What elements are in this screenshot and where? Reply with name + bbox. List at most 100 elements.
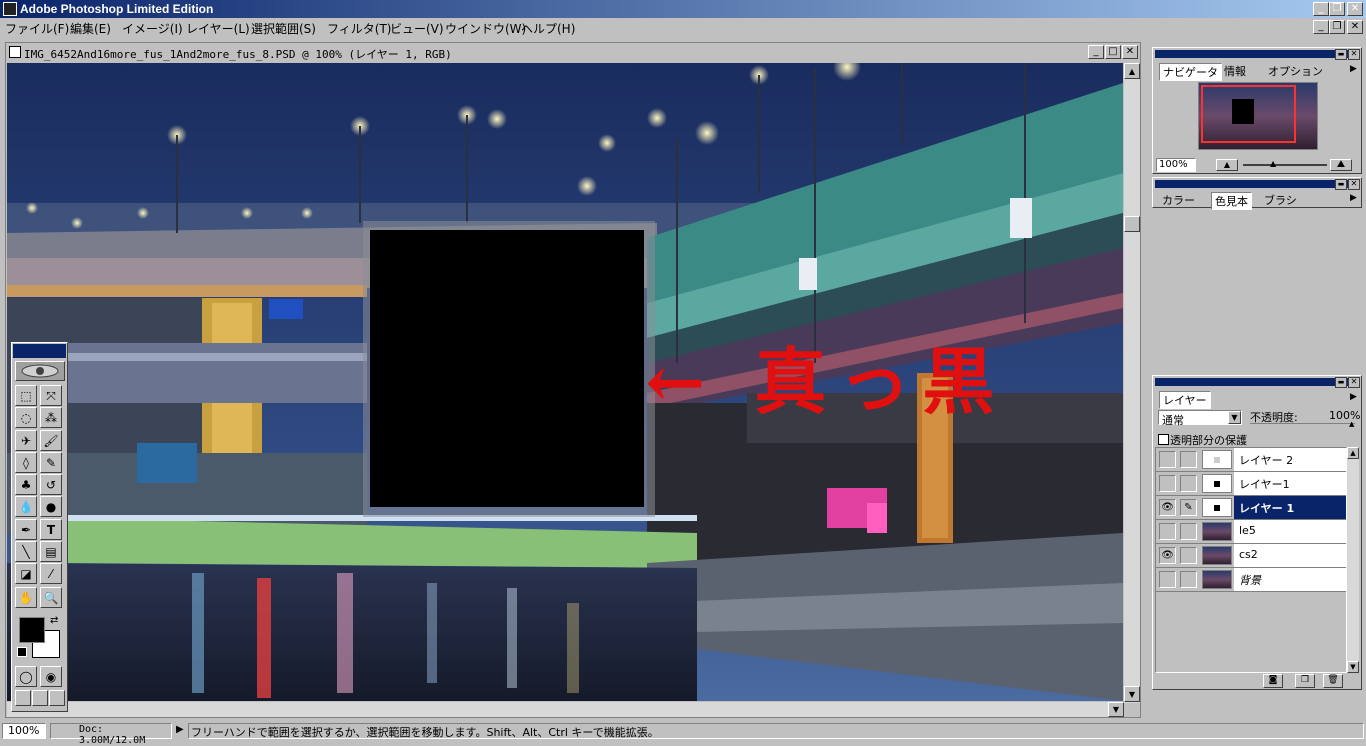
palette-minimize-icon[interactable]: ▬	[1335, 49, 1347, 60]
document-maximize-button[interactable]: □	[1105, 45, 1121, 59]
minimize-button[interactable]: _	[1313, 2, 1329, 16]
layer-row[interactable]: レイヤー 2	[1156, 448, 1346, 472]
palette-menu-arrow[interactable]: ▶	[1350, 64, 1357, 74]
foreground-color-swatch-top[interactable]	[19, 617, 45, 643]
palette-menu-arrow[interactable]: ▶	[1350, 193, 1357, 203]
layer-link-brush-icon[interactable]	[1180, 571, 1197, 588]
layer-visibility-eye-icon[interactable]: 👁	[1159, 547, 1176, 564]
lasso-tool[interactable]: ◌	[15, 407, 37, 428]
palette-menu-arrow[interactable]: ▶	[1350, 392, 1357, 402]
close-button[interactable]: ✕	[1347, 2, 1363, 16]
scroll-thumb[interactable]	[1124, 216, 1140, 232]
adobe-eye-logo[interactable]	[15, 361, 65, 381]
screen-mode-standard[interactable]	[15, 690, 31, 706]
quick-mask-button[interactable]: ◉	[40, 666, 62, 687]
gradient-tool[interactable]: ▤	[40, 541, 62, 562]
airbrush-tool[interactable]: ✈	[15, 430, 37, 451]
menu-edit[interactable]: 編集(E)	[70, 20, 111, 37]
layers-scroll-down[interactable]: ▼	[1347, 661, 1359, 673]
tab-swatches[interactable]: 色見本	[1211, 192, 1252, 210]
layer-visibility-eye-icon[interactable]	[1159, 451, 1176, 468]
menu-layer[interactable]: レイヤー(L)	[186, 20, 250, 37]
status-zoom[interactable]: 100%	[2, 723, 46, 739]
standard-mode-button[interactable]: ◯	[15, 666, 37, 687]
zoom-in-button[interactable]: ⛰	[1330, 159, 1352, 171]
screen-mode-full[interactable]	[49, 690, 65, 706]
layer-visibility-eye-icon[interactable]	[1159, 523, 1176, 540]
scroll-down-arrow-bottom[interactable]: ▼	[1108, 702, 1124, 717]
layer-row[interactable]: 👁 cs2	[1156, 544, 1346, 568]
palette-close-icon[interactable]: ✕	[1348, 49, 1360, 60]
blur-tool[interactable]: 💧	[15, 496, 37, 517]
image-canvas[interactable]: ← 真っ黒	[7, 63, 1123, 701]
document-minimize-button[interactable]: _	[1088, 45, 1104, 59]
scroll-down-arrow[interactable]: ▼	[1124, 686, 1140, 702]
zoom-slider-thumb[interactable]: ▲	[1270, 159, 1276, 168]
zoom-tool[interactable]: 🔍	[40, 587, 62, 608]
zoom-field[interactable]: 100%	[1156, 158, 1196, 172]
line-tool[interactable]: ╲	[15, 541, 37, 562]
status-menu-arrow[interactable]: ▶	[176, 724, 184, 735]
vertical-scrollbar[interactable]: ▲ ▼	[1124, 63, 1140, 703]
tab-brushes[interactable]: ブラシ	[1261, 192, 1300, 208]
menu-file[interactable]: ファイル(F)	[5, 20, 69, 37]
blend-mode-select[interactable]: 通常 ▼	[1158, 410, 1242, 427]
pencil-tool[interactable]: ✎	[40, 452, 62, 473]
layer-link-brush-icon[interactable]	[1180, 475, 1197, 492]
menu-help[interactable]: ヘルプ(H)	[521, 20, 575, 37]
add-mask-button[interactable]: ◙	[1263, 674, 1283, 688]
layer-row[interactable]: 👁 ✎ レイヤー 1	[1156, 496, 1346, 520]
magic-wand-tool[interactable]: ⁂	[40, 407, 62, 428]
tab-info[interactable]: 情報	[1221, 63, 1249, 79]
new-layer-button[interactable]: ❐	[1295, 674, 1315, 688]
scroll-up-arrow[interactable]: ▲	[1124, 63, 1140, 79]
eraser-tool[interactable]: ◊	[15, 452, 37, 473]
preserve-transparency-checkbox[interactable]	[1158, 434, 1169, 445]
chevron-down-icon[interactable]: ▼	[1228, 411, 1241, 424]
tab-options[interactable]: オプション	[1265, 63, 1326, 79]
layer-link-brush-icon[interactable]: ✎	[1180, 499, 1197, 516]
layer-row[interactable]: レイヤー1	[1156, 472, 1346, 496]
navigator-preview[interactable]	[1198, 82, 1318, 150]
zoom-slider[interactable]	[1243, 164, 1327, 166]
doc-restore-button[interactable]: ❐	[1329, 20, 1345, 34]
palette-minimize-icon[interactable]: ▬	[1335, 179, 1347, 190]
palette-minimize-icon[interactable]: ▬	[1335, 377, 1347, 388]
screen-mode-full-menu[interactable]	[32, 690, 48, 706]
horizontal-scrollbar[interactable]: ▼	[7, 702, 1124, 717]
doc-close-button[interactable]: ✕	[1347, 20, 1363, 34]
opacity-slider-track[interactable]	[1250, 423, 1355, 424]
zoom-out-button[interactable]: ▲	[1216, 159, 1238, 171]
tab-layers[interactable]: レイヤー	[1159, 391, 1211, 409]
opacity-slider-thumb[interactable]: ▲	[1349, 420, 1354, 428]
swap-colors-icon[interactable]: ⇄	[50, 615, 58, 626]
restore-button[interactable]: ❐	[1329, 2, 1345, 16]
layer-link-brush-icon[interactable]	[1180, 451, 1197, 468]
doc-minimize-button[interactable]: _	[1313, 20, 1329, 34]
hand-tool[interactable]: ✋	[15, 587, 37, 608]
layers-scroll-up[interactable]: ▲	[1347, 447, 1359, 459]
eyedropper-tool[interactable]: ⁄	[40, 563, 62, 584]
tab-navigator[interactable]: ナビゲータ	[1159, 63, 1222, 81]
toolbox-title-bar[interactable]	[13, 344, 66, 358]
palette-close-icon[interactable]: ✕	[1348, 377, 1360, 388]
paintbrush-tool[interactable]: 🖌	[40, 430, 62, 451]
marquee-tool[interactable]: ⬚	[15, 385, 37, 406]
layer-visibility-eye-icon[interactable]	[1159, 571, 1176, 588]
paint-bucket-tool[interactable]: ◪	[15, 563, 37, 584]
type-tool[interactable]: T	[40, 519, 62, 540]
palette-close-icon[interactable]: ✕	[1348, 179, 1360, 190]
layers-scrollbar[interactable]: ▲ ▼	[1347, 447, 1359, 673]
move-tool[interactable]: ⤧	[40, 385, 62, 406]
layer-row[interactable]: le5	[1156, 520, 1346, 544]
dodge-tool[interactable]: ●	[40, 496, 62, 517]
menu-filter[interactable]: フィルタ(T)	[327, 20, 391, 37]
navigator-title-bar[interactable]	[1155, 50, 1359, 58]
layer-link-brush-icon[interactable]	[1180, 547, 1197, 564]
default-colors-icon[interactable]	[17, 647, 27, 657]
history-brush-tool[interactable]: ↺	[40, 474, 62, 495]
opacity-value[interactable]: 100%	[1329, 409, 1360, 422]
stamp-tool[interactable]: ♣	[15, 474, 37, 495]
layer-row[interactable]: 背景	[1156, 568, 1346, 592]
menu-select[interactable]: 選択範囲(S)	[251, 20, 316, 37]
